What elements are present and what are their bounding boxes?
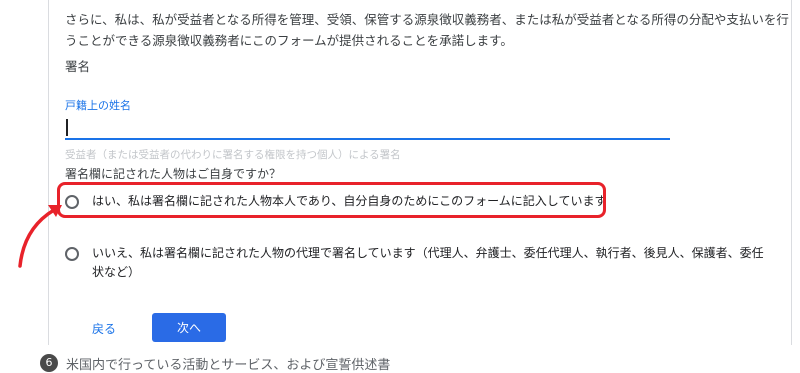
next-button[interactable]: 次へ [152, 313, 226, 342]
annotation-highlight-box [57, 182, 606, 218]
radio-option-no[interactable]: いいえ、私は署名欄に記された人物の代理で署名しています（代理人、弁護士、委任代理… [65, 244, 765, 282]
radio-button-no[interactable] [65, 247, 79, 261]
legal-name-helper: 受益者（または受益者の代わりに署名する権限を持つ個人）による署名 [65, 149, 401, 161]
legal-name-input[interactable] [65, 116, 670, 140]
back-link[interactable]: 戻る [92, 320, 116, 337]
legal-name-label: 戸籍上の姓名 [65, 99, 131, 112]
next-section-title[interactable]: 米国内で行っている活動とサービス、および宣誓供述書 [66, 354, 390, 373]
section-number-badge: 6 [40, 354, 58, 372]
text-caret [66, 119, 68, 136]
signature-heading: 署名 [65, 59, 91, 74]
curved-arrow-icon [18, 205, 62, 268]
signer-question: 署名欄に記された人物はご自身ですか？ [65, 167, 282, 181]
consent-text: さらに、私は、私が受益者となる所得を管理、受領、保管する源泉徴収義務者、または私… [65, 12, 789, 48]
radio-label-no: いいえ、私は署名欄に記された人物の代理で署名しています（代理人、弁護士、委任代理… [92, 246, 764, 279]
